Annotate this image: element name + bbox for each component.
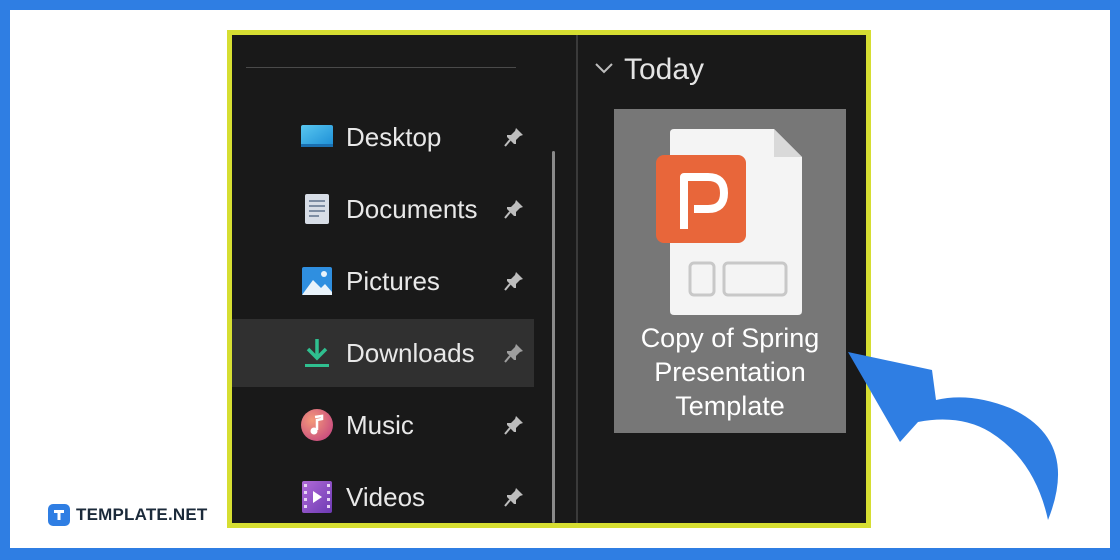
pin-icon[interactable]: [502, 125, 526, 149]
group-label: Today: [624, 53, 705, 86]
sidebar-item-pictures[interactable]: Pictures: [232, 247, 534, 315]
pin-icon[interactable]: [502, 413, 526, 437]
file-explorer-window: Desktop Documents Pictures Downloads Mus…: [232, 35, 866, 523]
template-logo-icon: [48, 504, 70, 526]
pointer-arrow-icon: [848, 352, 1059, 520]
sidebar-separator: [246, 67, 516, 68]
brand-text: TEMPLATE.NET: [76, 505, 208, 524]
sidebar-item-label: Downloads: [346, 337, 475, 368]
sidebar-item-label: Music: [346, 409, 414, 440]
pin-icon[interactable]: [502, 341, 526, 365]
sidebar-item-music[interactable]: Music: [232, 391, 534, 459]
file-item[interactable]: Copy of Spring Presentation Template: [614, 109, 846, 433]
file-name-line: Template: [675, 391, 785, 421]
videos-icon: [300, 480, 334, 514]
chevron-down-icon: [594, 61, 614, 80]
pin-icon[interactable]: [502, 485, 526, 509]
sidebar-item-label: Pictures: [346, 265, 440, 296]
pin-icon[interactable]: [502, 269, 526, 293]
sidebar-item-desktop[interactable]: Desktop: [232, 103, 534, 171]
sidebar-item-label: Videos: [346, 481, 426, 512]
documents-icon: [300, 192, 334, 226]
powerpoint-file-icon: [656, 125, 804, 317]
pictures-icon: [300, 264, 334, 298]
music-icon: [300, 408, 334, 442]
file-name-line: Presentation: [654, 357, 806, 387]
desktop-icon: [300, 120, 334, 154]
downloads-icon: [300, 336, 334, 370]
sidebar-item-label: Desktop: [346, 121, 442, 152]
file-name-line: Copy of Spring: [640, 323, 820, 353]
sidebar-scrollbar[interactable]: [552, 151, 555, 523]
file-name: Copy of Spring Presentation Template: [614, 321, 846, 423]
pin-icon[interactable]: [502, 197, 526, 221]
sidebar-item-downloads[interactable]: Downloads: [232, 319, 534, 387]
sidebar-item-label: Documents: [346, 193, 478, 224]
brand-logo: TEMPLATE.NET: [48, 504, 207, 526]
navigation-pane: Desktop Documents Pictures Downloads Mus…: [232, 35, 576, 523]
file-list-pane: Today Copy of Spring Presentation Templa…: [578, 35, 866, 523]
group-header-today[interactable]: Today: [594, 53, 704, 87]
sidebar-item-documents[interactable]: Documents: [232, 175, 534, 243]
sidebar-item-videos[interactable]: Videos: [232, 463, 534, 523]
